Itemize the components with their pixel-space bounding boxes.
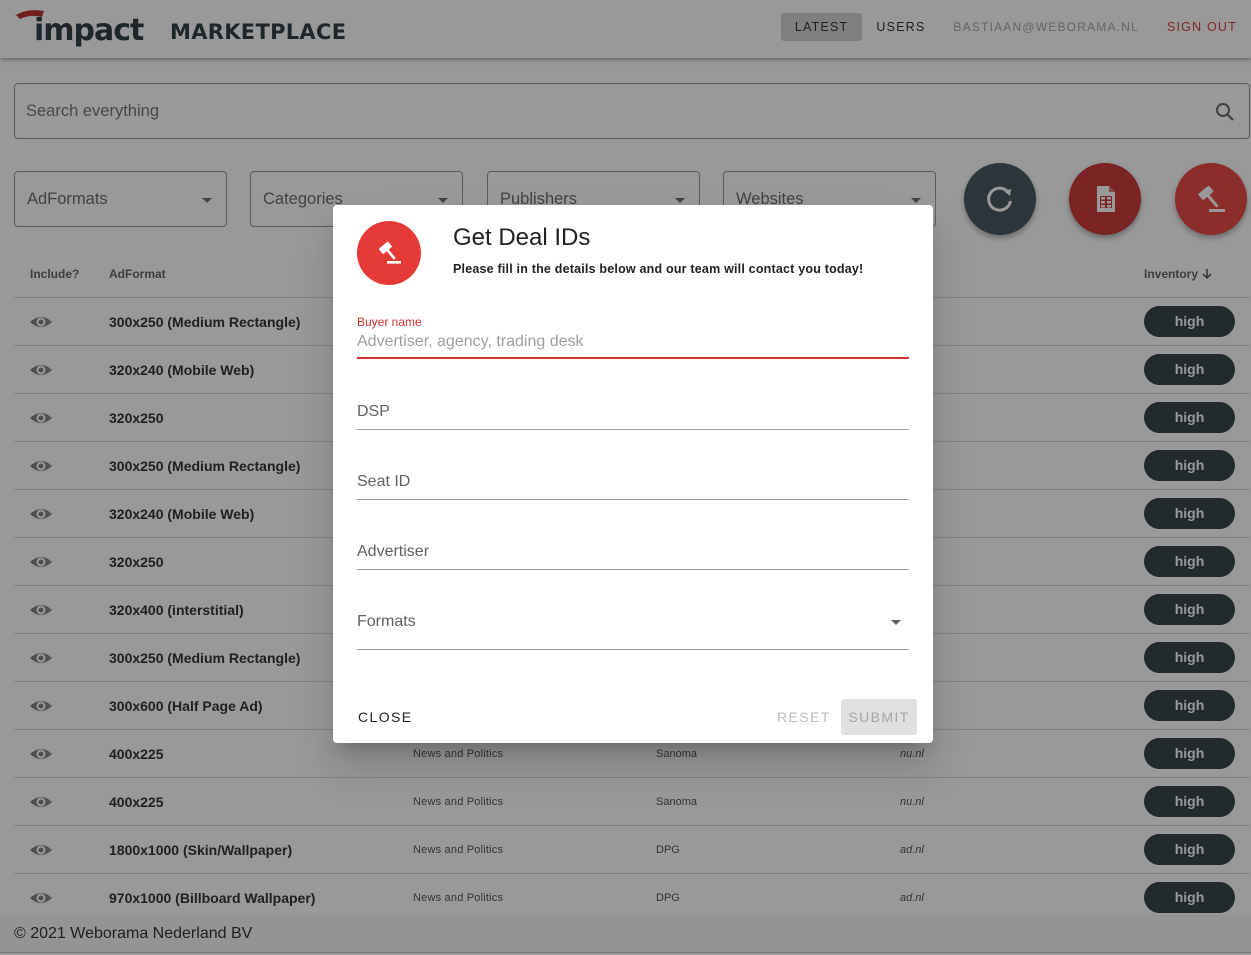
input-underline — [357, 429, 909, 430]
dsp-label: DSP — [357, 403, 390, 420]
get-deal-ids-dialog: Get Deal IDs Please fill in the details … — [333, 205, 933, 743]
seat-id-label: Seat ID — [357, 473, 411, 490]
chevron-down-icon — [891, 620, 901, 625]
seat-id-field[interactable]: Seat ID — [357, 465, 909, 501]
submit-button[interactable]: SUBMIT — [841, 699, 917, 735]
input-underline — [357, 357, 909, 359]
dialog-subtitle: Please fill in the details below and our… — [453, 262, 864, 276]
advertiser-field[interactable]: Advertiser — [357, 535, 909, 571]
close-button[interactable]: CLOSE — [349, 699, 421, 735]
buyer-name-field: Buyer name — [357, 313, 909, 361]
formats-select[interactable]: Formats — [357, 605, 909, 651]
input-underline — [357, 569, 909, 570]
gavel-icon — [379, 241, 401, 264]
buyer-name-input[interactable] — [357, 330, 909, 354]
dialog-actions: CLOSE RESET SUBMIT — [333, 699, 933, 735]
input-underline — [357, 649, 909, 650]
formats-label: Formats — [357, 613, 416, 630]
buyer-name-label: Buyer name — [357, 315, 422, 329]
dsp-field[interactable]: DSP — [357, 395, 909, 431]
input-underline — [357, 499, 909, 500]
advertiser-label: Advertiser — [357, 543, 430, 560]
reset-button[interactable]: RESET — [768, 699, 840, 735]
dialog-avatar — [357, 221, 421, 285]
dialog-title: Get Deal IDs — [453, 224, 591, 251]
